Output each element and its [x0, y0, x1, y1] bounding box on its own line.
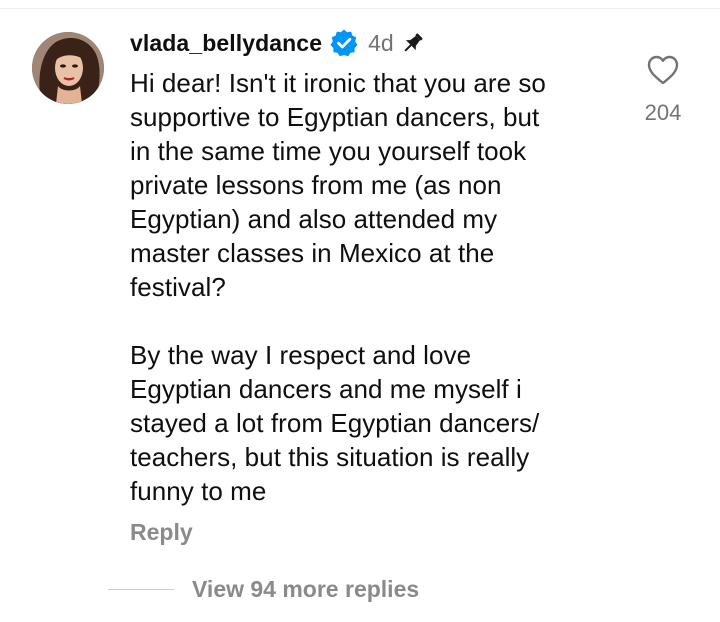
avatar-image	[32, 32, 104, 104]
comment-header: vlada_bellydance 4d	[130, 28, 426, 58]
verified-badge-icon	[329, 28, 359, 58]
avatar[interactable]	[32, 32, 104, 104]
like-count: 204	[644, 100, 682, 125]
username[interactable]: vlada_bellydance	[130, 30, 322, 57]
top-divider	[0, 8, 720, 9]
timestamp: 4d	[368, 29, 394, 56]
replies-divider-line	[108, 588, 174, 590]
like-section: 204	[630, 52, 696, 126]
reply-button[interactable]: Reply	[130, 519, 193, 546]
view-more-replies-button[interactable]: View 94 more replies	[192, 576, 419, 603]
comment-text: Hi dear! Isn't it ironic that you are so…	[130, 68, 546, 506]
pin-icon	[400, 30, 426, 56]
view-replies-row[interactable]: View 94 more replies	[108, 572, 419, 606]
heart-outline-icon[interactable]	[645, 52, 681, 88]
